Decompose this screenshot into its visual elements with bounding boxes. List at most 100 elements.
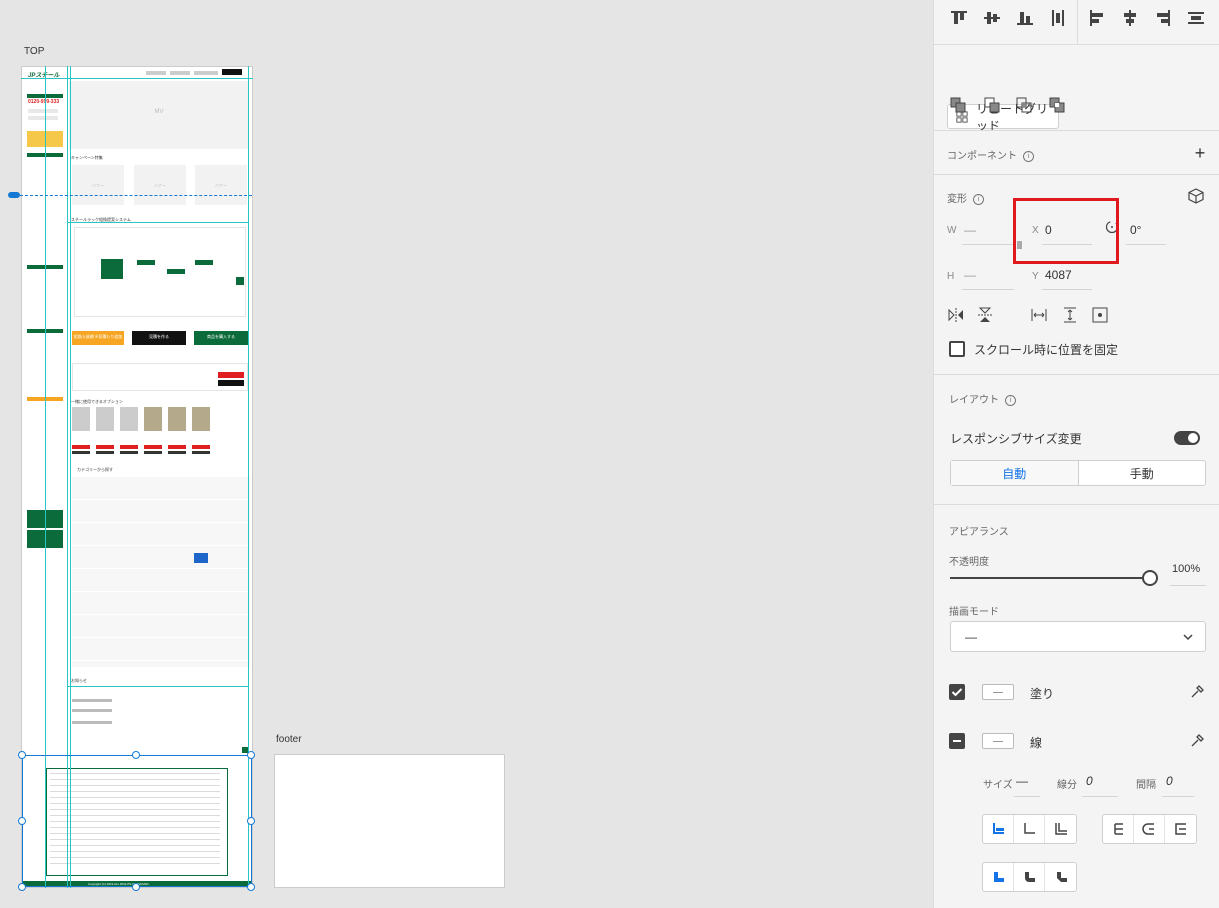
flip-vertical-icon[interactable]	[976, 307, 994, 323]
stroke-inside-icon[interactable]	[1103, 815, 1134, 843]
fill-swatch[interactable]	[982, 684, 1014, 700]
3d-transform-icon[interactable]	[1187, 187, 1205, 205]
stroke-center-icon[interactable]	[1134, 815, 1165, 843]
banner-1-label: バナー	[92, 183, 104, 188]
dragged-guide[interactable]	[20, 195, 252, 196]
blend-mode-dropdown[interactable]: —	[950, 621, 1206, 652]
appearance-section: アピアランス 不透明度 100% 描画モード	[934, 504, 1219, 908]
design-canvas[interactable]: TOP JPスチール MV 0120-999-333 キャンペーン特集 バナー …	[0, 0, 933, 908]
indeterminate-icon	[953, 740, 961, 742]
fix-scroll-checkbox[interactable]	[949, 341, 965, 357]
boolean-intersect-icon[interactable]	[1015, 96, 1033, 114]
mock-button-green: 商品を購入する	[194, 331, 248, 345]
logo: JPスチール	[28, 73, 60, 79]
responsive-toggle[interactable]	[1174, 431, 1200, 445]
align-right-icon[interactable]	[1153, 8, 1173, 28]
align-left-icon[interactable]	[1087, 8, 1107, 28]
resize-handle[interactable]	[132, 751, 140, 759]
dash-field[interactable]: 0	[1086, 774, 1093, 788]
stroke-cap-group	[982, 814, 1077, 844]
gap-label: 間隔	[1136, 780, 1156, 791]
rotation-underline	[1126, 244, 1166, 245]
distribute-vertical-icon[interactable]	[1048, 8, 1068, 28]
fit-both-icon[interactable]	[1091, 307, 1109, 323]
fit-width-icon[interactable]	[1030, 307, 1048, 323]
layout-guide	[67, 686, 249, 687]
transform-title: 変形	[947, 194, 967, 205]
mock-button-orange: 組換え候補 ※見積もり追加	[72, 331, 124, 345]
resize-handle[interactable]	[132, 883, 140, 891]
y-field[interactable]: 4087	[1045, 268, 1072, 282]
info-icon[interactable]: i	[1023, 150, 1034, 162]
header-cart	[222, 69, 242, 75]
resize-handle[interactable]	[247, 751, 255, 759]
category-grid	[72, 477, 250, 667]
guide-marker[interactable]	[8, 192, 20, 198]
boolean-add-icon[interactable]	[949, 96, 967, 114]
align-middle-icon[interactable]	[982, 8, 1002, 28]
resize-handle[interactable]	[247, 817, 255, 825]
align-center-icon[interactable]	[1120, 8, 1140, 28]
artboard-title-footer[interactable]: footer	[276, 734, 302, 745]
responsive-label: レスポンシブサイズ変更	[950, 432, 1082, 446]
eyedropper-icon[interactable]	[1189, 733, 1205, 749]
options-prices	[72, 445, 216, 449]
options-buttons	[72, 451, 216, 454]
seg-auto[interactable]: 自動	[951, 461, 1079, 485]
info-icon[interactable]: i	[973, 193, 984, 205]
stroke-swatch[interactable]	[982, 733, 1014, 749]
opacity-value[interactable]: 100%	[1172, 563, 1200, 575]
banner-2-label: バナー	[154, 183, 166, 188]
artboard-footer[interactable]	[274, 754, 505, 888]
dash-underline	[1082, 796, 1118, 797]
property-inspector: リピートグリッド コンポーネント i + 変形 i W — X 0 0° H —…	[933, 0, 1219, 908]
chevron-down-icon	[1183, 631, 1193, 645]
fit-height-icon[interactable]	[1061, 307, 1079, 323]
resize-handle[interactable]	[18, 883, 26, 891]
fill-checkbox[interactable]	[949, 684, 965, 700]
seg-manual[interactable]: 手動	[1079, 461, 1206, 485]
boolean-exclude-icon[interactable]	[1048, 96, 1066, 114]
info-icon[interactable]: i	[1005, 394, 1016, 406]
eyedropper-icon[interactable]	[1189, 684, 1205, 700]
h-field[interactable]: —	[964, 268, 976, 282]
gap-field[interactable]: 0	[1166, 774, 1173, 788]
join-round-icon[interactable]	[1014, 863, 1045, 891]
selection-frame[interactable]	[22, 755, 252, 887]
resize-handle[interactable]	[18, 817, 26, 825]
stroke-size-field[interactable]: —	[1016, 774, 1028, 788]
align-bottom-icon[interactable]	[1015, 8, 1035, 28]
opacity-underline	[1170, 585, 1206, 586]
gap-underline	[1162, 796, 1194, 797]
stroke-checkbox[interactable]	[949, 733, 965, 749]
stroke-join-group	[982, 862, 1077, 892]
flip-horizontal-icon[interactable]	[947, 307, 965, 323]
sidebar-row	[28, 109, 58, 113]
w-field[interactable]: —	[964, 223, 976, 237]
news-item	[72, 699, 112, 702]
resize-handle[interactable]	[247, 883, 255, 891]
align-top-icon[interactable]	[949, 8, 969, 28]
opacity-slider-track[interactable]	[950, 577, 1150, 579]
artboard-title-top[interactable]: TOP	[24, 46, 44, 57]
cap-round-icon[interactable]	[1014, 815, 1045, 843]
transform-title-wrap: 変形 i	[947, 190, 984, 205]
mock-button-black: 見積を作る	[132, 331, 186, 345]
join-bevel-icon[interactable]	[1045, 863, 1076, 891]
distribute-horizontal-icon[interactable]	[1186, 8, 1206, 28]
options-images	[72, 407, 216, 431]
boolean-subtract-icon[interactable]	[983, 96, 1001, 114]
system-cell	[137, 260, 155, 265]
stroke-outside-icon[interactable]	[1165, 815, 1196, 843]
join-miter-icon[interactable]	[983, 863, 1014, 891]
fill-label: 塗り	[1030, 687, 1055, 701]
add-component-icon[interactable]: +	[1192, 143, 1208, 163]
opacity-slider-thumb[interactable]	[1142, 570, 1158, 586]
rotation-field[interactable]: 0°	[1130, 223, 1141, 237]
campaign-title: キャンペーン特集	[71, 155, 103, 160]
cap-square-icon[interactable]	[1045, 815, 1076, 843]
y-label: Y	[1032, 271, 1039, 282]
w-underline	[962, 244, 1014, 245]
cap-butt-icon[interactable]	[983, 815, 1014, 843]
resize-handle[interactable]	[18, 751, 26, 759]
